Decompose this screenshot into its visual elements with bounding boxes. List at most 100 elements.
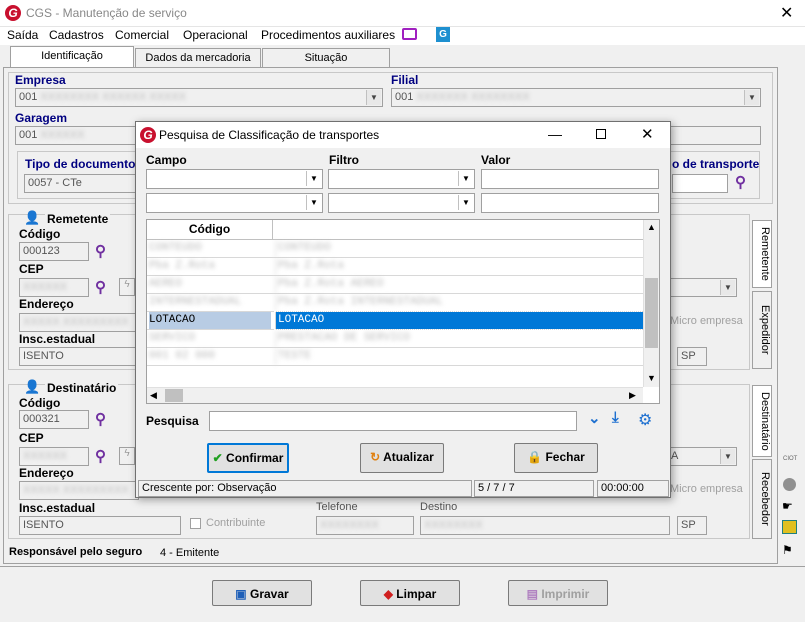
ciot-icon[interactable]: CIOT [783, 456, 797, 462]
table-row[interactable]: CONTEUDO CONTEUDO [147, 240, 659, 258]
contribuinte-checkbox[interactable] [190, 518, 201, 529]
valor-input-2[interactable] [481, 193, 659, 213]
chevron-down-icon[interactable]: ▼ [458, 195, 473, 210]
tipo-doc-field[interactable]: 0057 - CTe [24, 174, 139, 193]
table-row[interactable]: Pba Z.Rota Pba Z.Rota [147, 258, 659, 276]
vertical-scrollbar[interactable]: ▲ ▼ [643, 220, 659, 387]
horizontal-scrollbar[interactable]: ◀ ▶ [147, 387, 643, 403]
destino-field[interactable]: XXXXXXXX [420, 516, 670, 535]
chevron-down-icon[interactable]: ▼ [306, 195, 321, 210]
fechar-button[interactable]: 🔒 Fechar [514, 443, 598, 473]
campo-select-2[interactable]: ▼ [146, 193, 323, 213]
scroll-up-icon[interactable]: ▲ [647, 222, 656, 232]
campo-select-1[interactable]: ▼ [146, 169, 323, 189]
atualizar-button[interactable]: ↻ Atualizar [360, 443, 444, 473]
chevron-down-icon[interactable]: ▼ [366, 90, 381, 105]
menu-saida[interactable]: Saída [7, 28, 38, 42]
remetente-cep-field[interactable]: XXXXXX [19, 278, 89, 297]
filial-label: Filial [391, 73, 419, 87]
chevron-down-icon[interactable]: ▼ [744, 90, 759, 105]
double-chevron-down-icon[interactable]: ⌄ [588, 409, 601, 427]
chevron-down-icon[interactable]: ▼ [306, 171, 321, 186]
chevron-down-icon[interactable]: ▼ [458, 171, 473, 186]
limpar-button[interactable]: ◆ Limpar [360, 580, 460, 606]
pesquisa-input[interactable] [209, 411, 577, 431]
destinatario-dropdown[interactable]: A ▼ [667, 447, 737, 466]
search-icon[interactable]: ⚲ [95, 410, 106, 428]
garagem-field[interactable]: 001 XXXXXX [15, 126, 140, 145]
table-row[interactable]: SERVICO PRESTACAO DE SERVICO [147, 330, 659, 348]
circle-icon[interactable] [783, 478, 796, 491]
table-row[interactable]: 001 02 000 TESTE [147, 348, 659, 366]
remetente-endereco-field[interactable]: XXXXX XXXXXXXXX [19, 313, 139, 332]
remetente-codigo-field[interactable]: 000123 [19, 242, 89, 261]
destinatario-codigo-field[interactable]: 000321 [19, 410, 89, 429]
destinatario-cep-label: CEP [19, 431, 44, 445]
vtab-remetente[interactable]: Remetente [752, 220, 772, 288]
menu-comercial[interactable]: Comercial [115, 28, 169, 42]
destinatario-endereco-field[interactable]: XXXXX XXXXXXXXX [19, 481, 139, 500]
hand-pointer-icon[interactable]: ☛ [782, 499, 793, 513]
destinatario-title: Destinatário [45, 381, 119, 395]
person-icon: 👤 [24, 379, 41, 394]
vtab-expedidor[interactable]: Expedidor [752, 291, 772, 369]
g-app-icon[interactable]: G [436, 27, 450, 42]
chevron-end-icon[interactable]: ⤓ [612, 409, 619, 426]
remetente-dropdown[interactable]: ▼ [667, 278, 737, 297]
dialog-title: Pesquisa de Classificação de transportes [159, 128, 380, 142]
scroll-right-icon[interactable]: ▶ [629, 390, 636, 401]
column-header-codigo[interactable]: Código [147, 220, 273, 239]
search-icon[interactable]: ⚲ [95, 242, 106, 260]
filtro-select-1[interactable]: ▼ [328, 169, 475, 189]
results-grid[interactable]: Código CONTEUDO CONTEUDO Pba Z.Rota Pba Z.… [146, 219, 660, 404]
imprimir-button[interactable]: ▤ Imprimir [508, 580, 608, 606]
close-icon[interactable]: ✕ [780, 3, 793, 23]
search-icon[interactable]: ⚲ [95, 278, 106, 296]
campo-label: Campo [146, 153, 187, 167]
search-icon[interactable]: ⚲ [95, 447, 106, 465]
floppy-icon: ▣ [235, 587, 247, 601]
remetente-insc-field[interactable]: ISENTO [19, 347, 139, 366]
filial-field[interactable]: 001 XXXXXXX XXXXXXXX ▼ [391, 88, 761, 107]
filtro-select-2[interactable]: ▼ [328, 193, 475, 213]
lightning-icon[interactable]: ϟ [119, 447, 135, 465]
maximize-icon[interactable] [596, 129, 606, 139]
telefone-field[interactable]: XXXXXXXX [316, 516, 414, 535]
scroll-left-icon[interactable]: ◀ [150, 390, 157, 401]
hscroll-thumb[interactable] [165, 389, 183, 402]
tab-dados-mercadoria[interactable]: Dados da mercadoria [135, 48, 261, 68]
minimize-icon[interactable]: — [548, 126, 562, 142]
destinatario-cep-field[interactable]: XXXXXX [19, 447, 89, 466]
table-row[interactable]: AEREO Pba Z.Rota AEREO [147, 276, 659, 294]
gear-icon[interactable]: ⚙ [638, 410, 652, 430]
search-icon[interactable]: ⚲ [735, 173, 746, 191]
tipo-transporte-field[interactable] [672, 174, 728, 193]
menu-operacional[interactable]: Operacional [183, 28, 248, 42]
vtab-recebedor[interactable]: Recebedor [752, 459, 772, 539]
monitor-icon[interactable] [402, 28, 417, 40]
user-tool-icon[interactable]: ⚑ [782, 543, 793, 557]
table-row[interactable]: INTERNESTADUAL Pba Z.Rota INTERNESTADUAL [147, 294, 659, 312]
table-row-selected[interactable]: LOTACAO LOTACAO [147, 311, 659, 330]
tab-situacao[interactable]: Situação [262, 48, 390, 68]
destinatario-insc-field[interactable]: ISENTO [19, 516, 181, 535]
close-icon[interactable]: ✕ [641, 125, 654, 143]
empresa-field[interactable]: 001 XXXXXXXX XXXXXX XXXXX ▼ [15, 88, 383, 107]
grid-tool-icon[interactable] [782, 520, 797, 534]
confirmar-button[interactable]: ✔ Confirmar [207, 443, 289, 473]
chevron-down-icon[interactable]: ▼ [720, 449, 735, 464]
divider [0, 566, 805, 567]
app-logo-icon: G [5, 5, 21, 21]
menu-procedimentos[interactable]: Procedimentos auxiliares [261, 28, 395, 42]
tab-identificacao[interactable]: Identificação [10, 46, 134, 68]
checkmark-icon: ✔ [212, 451, 223, 465]
menu-cadastros[interactable]: Cadastros [49, 28, 104, 42]
lightning-icon[interactable]: ϟ [119, 278, 135, 296]
scroll-down-icon[interactable]: ▼ [647, 373, 656, 383]
chevron-down-icon[interactable]: ▼ [720, 280, 735, 295]
gravar-button[interactable]: ▣ Gravar [212, 580, 312, 606]
scroll-thumb[interactable] [645, 278, 658, 348]
vtab-destinatario[interactable]: Destinatário [752, 385, 772, 457]
valor-input-1[interactable] [481, 169, 659, 189]
contribuinte-label: Contribuinte [206, 517, 266, 529]
